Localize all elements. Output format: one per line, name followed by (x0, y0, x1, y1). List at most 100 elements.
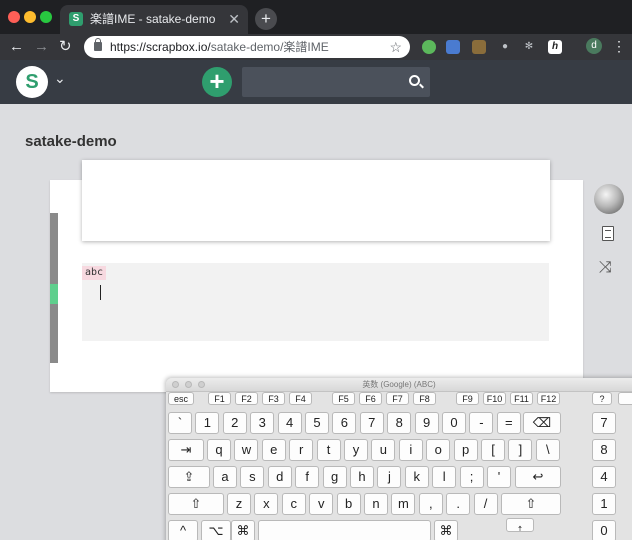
key-row3-2[interactable]: s (240, 466, 265, 488)
key-row1-7[interactable]: 7 (359, 412, 384, 434)
key-row3-9[interactable]: l (432, 466, 457, 488)
key-row2-4[interactable]: r (289, 439, 314, 461)
key-fn_row-1[interactable]: F1 (208, 392, 231, 405)
key-row4-4[interactable]: v (309, 493, 334, 515)
key-row3-5[interactable]: g (322, 466, 347, 488)
search-icon[interactable] (409, 75, 420, 86)
key-fn_row-9[interactable]: F9 (456, 392, 479, 405)
key-row3-10[interactable]: ; (459, 466, 484, 488)
key-row4-7[interactable]: m (391, 493, 416, 515)
key-row4-5[interactable]: b (336, 493, 361, 515)
key-row3-1[interactable]: a (213, 466, 237, 488)
key-row1-9[interactable]: 9 (414, 412, 439, 434)
key-row1-0[interactable]: ` (168, 412, 192, 434)
key-fn_row-6[interactable]: F6 (359, 392, 382, 405)
key-fn_row-7[interactable]: F7 (386, 392, 409, 405)
page-title-box[interactable] (82, 160, 550, 241)
tab-close-icon[interactable]: ✕ (228, 5, 240, 34)
key-row1-5[interactable]: 5 (305, 412, 329, 434)
key-row2-7[interactable]: u (371, 439, 396, 461)
back-arrow-icon[interactable]: ← (9, 38, 24, 56)
keyboard-viewer-titlebar[interactable]: 英数 (Google) (ABC) (166, 378, 632, 392)
key-row2-3[interactable]: e (261, 439, 286, 461)
key-row4-1[interactable]: z (227, 493, 251, 515)
key-row2-2[interactable]: w (234, 439, 259, 461)
key-row5-3[interactable]: ⌘ (434, 520, 458, 540)
key-fn_row-4[interactable]: F4 (289, 392, 312, 405)
key-row1-8[interactable]: 8 (387, 412, 412, 434)
browser-tab[interactable]: S 楽譜IME - satake-demo ✕ (60, 5, 248, 34)
extension-h-icon[interactable]: h (548, 40, 562, 54)
search-input[interactable] (242, 67, 430, 97)
key-row1-10[interactable]: 0 (442, 412, 466, 434)
key-row2-11[interactable]: [ (481, 439, 505, 461)
new-tab-button[interactable]: + (255, 8, 277, 30)
bookmark-star-icon[interactable]: ☆ (389, 36, 402, 58)
key-row2-10[interactable]: p (453, 439, 478, 461)
forward-arrow-icon[interactable]: → (34, 38, 49, 56)
chevron-down-icon[interactable]: ⌄ (54, 70, 66, 87)
key-row2-12[interactable]: ] (508, 439, 533, 461)
key-row1-2[interactable]: 2 (222, 412, 247, 434)
key-row4-6[interactable]: n (364, 493, 388, 515)
key-row5-2[interactable]: ⌘ (231, 520, 255, 540)
key-fn_row-10[interactable]: F10 (483, 392, 506, 405)
zoom-window-button[interactable] (40, 11, 52, 23)
address-bar[interactable]: https://scrapbox.io/satake-demo/楽譜IME ☆ (84, 36, 410, 58)
key-fn_row-12[interactable]: F12 (537, 392, 560, 405)
key-row1-11[interactable]: - (469, 412, 494, 434)
key-row2-13[interactable]: \ (535, 439, 560, 461)
extension-gear-icon[interactable]: ✻ (522, 40, 536, 54)
key-row1-12[interactable]: = (496, 412, 521, 434)
key-row5-5[interactable]: 0 (592, 520, 616, 540)
key-row3-7[interactable]: j (377, 466, 402, 488)
extension-mic-icon[interactable]: ● (498, 40, 512, 54)
reload-icon[interactable]: ↻ (59, 38, 72, 56)
key-row4-0[interactable]: ⇧ (168, 493, 224, 515)
scrapbox-logo-icon[interactable] (16, 66, 48, 98)
key-fn_row-8[interactable]: F8 (413, 392, 436, 405)
key-row3-3[interactable]: d (267, 466, 292, 488)
minimize-window-button[interactable] (24, 11, 36, 23)
key-row5-1[interactable]: ⌥ (201, 520, 231, 540)
key-row2-9[interactable]: o (426, 439, 451, 461)
key-row5-4[interactable]: ↑ (506, 518, 534, 532)
key-row5-0[interactable]: ^ (168, 520, 198, 540)
user-avatar[interactable] (594, 184, 624, 214)
key-side_row1-0[interactable]: ? (592, 392, 612, 405)
key-row4-8[interactable]: , (418, 493, 443, 515)
key-row3-12[interactable]: ↩ (515, 466, 561, 488)
key-row2-5[interactable]: t (316, 439, 341, 461)
profile-avatar[interactable]: d (586, 38, 602, 54)
key-row1-1[interactable]: 1 (195, 412, 220, 434)
key-row4-11[interactable]: ⇧ (501, 493, 561, 515)
key-row3-13[interactable]: 4 (592, 466, 616, 488)
extension-green-icon[interactable] (422, 40, 436, 54)
key-row1-13[interactable]: ⌫ (523, 412, 561, 434)
key-row3-8[interactable]: k (404, 466, 429, 488)
new-page-button[interactable]: + (202, 67, 232, 97)
key-space[interactable] (258, 520, 431, 540)
extension-camera-icon[interactable] (472, 40, 486, 54)
key-row4-12[interactable]: 1 (592, 493, 616, 515)
key-row1-3[interactable]: 3 (250, 412, 275, 434)
project-title[interactable]: satake-demo (25, 133, 117, 150)
key-fn_row-5[interactable]: F5 (332, 392, 355, 405)
document-icon[interactable] (602, 226, 614, 241)
close-window-button[interactable] (8, 11, 20, 23)
key-fn_row-11[interactable]: F11 (510, 392, 533, 405)
browser-menu-icon[interactable]: ⋮ (612, 37, 626, 55)
key-row2-6[interactable]: y (344, 439, 368, 461)
key-row3-4[interactable]: f (295, 466, 320, 488)
key-row4-10[interactable]: / (473, 493, 498, 515)
key-fn_row-0[interactable]: esc (168, 392, 194, 405)
key-row2-1[interactable]: q (207, 439, 231, 461)
key-row1-6[interactable]: 6 (332, 412, 357, 434)
key-row4-2[interactable]: x (254, 493, 279, 515)
key-row4-9[interactable]: . (446, 493, 471, 515)
key-side_row1-1[interactable] (618, 392, 632, 405)
key-row3-11[interactable]: ' (487, 466, 511, 488)
key-row1-15[interactable]: 7 (592, 412, 616, 434)
code-block-label[interactable]: abc (82, 266, 107, 280)
key-row1-4[interactable]: 4 (277, 412, 302, 434)
